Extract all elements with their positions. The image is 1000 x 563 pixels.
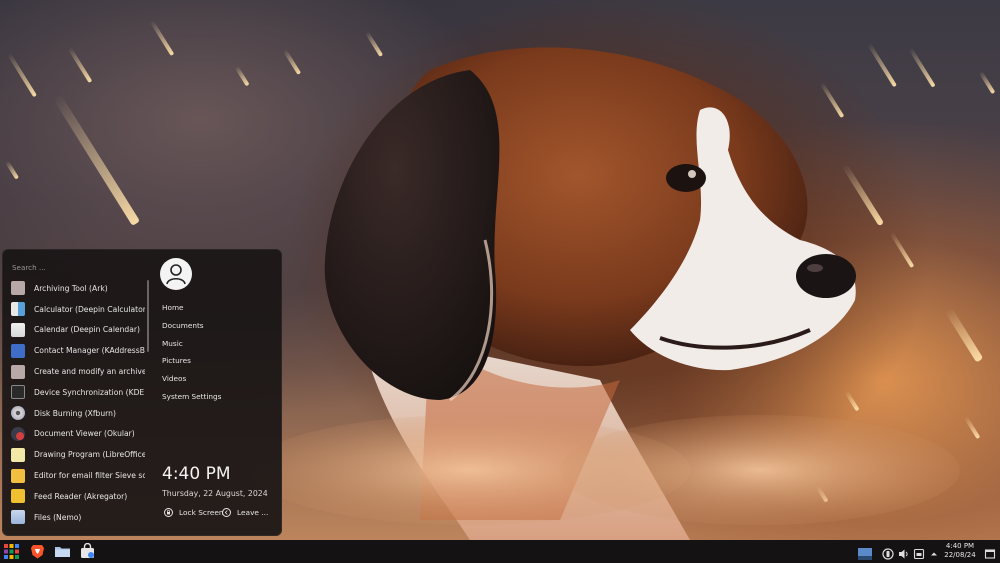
places-list: Home Documents Music Pictures Videos Sys… [162,303,221,410]
leave-icon [222,508,231,517]
volume-tray[interactable] [898,545,910,559]
menu-clock: 4:40 PM [162,464,231,484]
app-label: Contact Manager (KAddressBo... [34,346,145,356]
search-input[interactable] [12,262,142,272]
app-item-contacts[interactable]: Contact Manager (KAddressBo... [11,340,145,361]
clipboard-tray[interactable] [913,545,925,560]
app-label: Create and modify an archive (... [34,367,145,377]
archive-icon [11,281,25,296]
lock-icon [164,508,173,517]
app-item-nemo[interactable]: Files (Nemo) [11,507,145,528]
taskbar-clock[interactable]: 4:40 PM 22/08/24 [940,542,980,560]
folder-icon [11,510,25,525]
app-item-ark[interactable]: Archiving Tool (Ark) [11,278,145,299]
leave-button[interactable]: Leave ... [222,508,268,517]
app-grid-icon [4,544,19,559]
workspace-pager[interactable] [858,545,872,560]
place-videos[interactable]: Videos [162,374,221,392]
lock-screen-label: Lock Screen [179,508,224,517]
app-item-libreoffice-draw[interactable]: Drawing Program (LibreOffice ... [11,444,145,465]
volume-icon [899,549,908,559]
user-avatar[interactable] [160,258,192,290]
pager-icon [858,548,872,560]
show-desktop-icon [984,549,996,559]
app-label: Calendar (Deepin Calendar) [34,325,140,335]
archive-icon [11,364,25,379]
app-list: Archiving Tool (Ark) Calculator (Deepin … [11,278,145,528]
app-label: Files (Nemo) [34,512,82,522]
show-desktop-button[interactable] [984,545,996,559]
app-item-calculator[interactable]: Calculator (Deepin Calculator) [11,299,145,320]
desktop: Archiving Tool (Ark) Calculator (Deepin … [0,0,1000,563]
disc-icon [11,406,25,421]
app-launcher-button[interactable] [3,543,20,560]
tray-expander[interactable] [928,545,940,557]
app-label: Feed Reader (Akregator) [34,491,128,501]
clipboard-icon [913,548,925,560]
app-label: Calculator (Deepin Calculator) [34,304,145,314]
app-label: Archiving Tool (Ark) [34,283,108,293]
menu-date: Thursday, 22 August, 2024 [162,489,268,498]
app-label: Disk Burning (Xfburn) [34,408,116,418]
user-icon [166,264,186,285]
calendar-icon [11,322,25,337]
akregator-icon [11,489,25,504]
taskbar-date: 22/08/24 [944,551,976,559]
libreoffice-draw-icon [11,447,25,462]
taskbar-time: 4:40 PM [945,542,975,550]
taskbar: 4:40 PM 22/08/24 [0,540,1000,563]
software-store-button[interactable] [79,542,96,560]
place-music[interactable]: Music [162,339,221,357]
file-manager-icon [55,547,70,557]
okular-icon [11,426,25,441]
file-manager-button[interactable] [54,543,71,560]
app-item-calendar[interactable]: Calendar (Deepin Calendar) [11,320,145,341]
lock-screen-button[interactable]: Lock Screen [164,508,224,517]
software-store-icon [81,542,94,558]
brave-browser-button[interactable] [29,543,46,560]
app-item-kdeconnect[interactable]: Device Synchronization (KDE C... [11,382,145,403]
kdeconnect-icon [11,385,25,400]
place-home[interactable]: Home [162,303,221,321]
kdeconnect-tray[interactable] [882,545,894,560]
place-documents[interactable]: Documents [162,321,221,339]
app-list-scrollbar[interactable] [147,280,149,352]
app-item-okular[interactable]: Document Viewer (Okular) [11,424,145,445]
chevron-up-icon [931,552,937,556]
app-label: Document Viewer (Okular) [34,429,135,439]
kdeconnect-tray-icon [882,548,894,560]
place-system-settings[interactable]: System Settings [162,392,221,410]
leave-label: Leave ... [237,508,269,517]
app-item-xfburn[interactable]: Disk Burning (Xfburn) [11,403,145,424]
app-label: Editor for email filter Sieve scri... [34,471,145,481]
app-item-sieve-editor[interactable]: Editor for email filter Sieve scri... [11,465,145,486]
app-item-akregator[interactable]: Feed Reader (Akregator) [11,486,145,507]
brave-icon [31,545,44,559]
app-label: Device Synchronization (KDE C... [34,387,145,397]
place-pictures[interactable]: Pictures [162,356,221,374]
app-label: Drawing Program (LibreOffice ... [34,450,145,460]
calculator-icon [11,302,25,317]
app-item-create-archive[interactable]: Create and modify an archive (... [11,361,145,382]
contacts-icon [11,343,25,358]
sieve-editor-icon [11,468,25,483]
